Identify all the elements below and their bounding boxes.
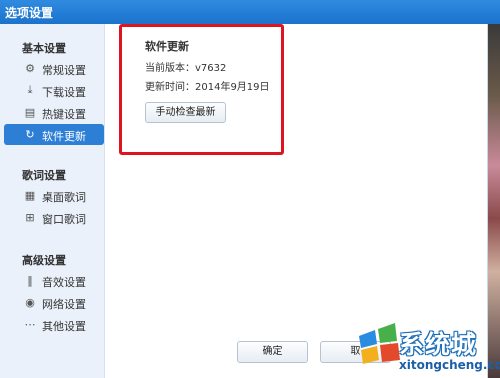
desktop-lyrics-icon: ▦ [24,188,36,202]
equalizer-icon: ‖ [27,273,33,287]
title-bar: 选项设置 [0,0,500,24]
section-title: 软件更新 [145,40,189,53]
update-icon: ↻ [25,127,35,141]
update-time-label: 更新时间： [145,82,195,93]
update-time-row: 更新时间：2014年9月19日 [145,78,270,93]
sidebar-group-basic: 基本设置 [22,42,66,55]
sidebar-item-audio[interactable]: ‖ 音效设置 [4,270,104,291]
window-title: 选项设置 [5,6,54,20]
sidebar-item-label: 网络设置 [42,298,86,311]
check-update-button[interactable]: 手动检查最新 [145,102,226,123]
sidebar-item-label: 常规设置 [42,64,86,77]
current-version-row: 当前版本：v7632 [145,59,226,74]
sidebar-group-lyrics: 歌词设置 [22,169,66,182]
sidebar-item-label: 软件更新 [42,130,86,143]
watermark-url: xitongcheng.com [399,358,500,372]
window-lyrics-icon: ⊞ [25,210,35,224]
sidebar-item-label: 桌面歌词 [42,191,86,204]
download-icon: ⤓ [27,83,33,96]
sidebar-item-download[interactable]: ⤓ 下载设置 [4,80,104,101]
keyboard-icon: ▤ [24,105,36,119]
sidebar-group-advanced: 高级设置 [22,254,66,267]
current-version-value: v7632 [195,63,227,74]
sidebar-item-general[interactable]: ⚙ 常规设置 [4,58,104,79]
sidebar-item-desktop-lyrics[interactable]: ▦ 桌面歌词 [4,185,104,206]
ok-button[interactable]: 确定 [237,341,308,363]
sidebar-item-label: 音效设置 [42,276,86,289]
sidebar-item-label: 其他设置 [42,320,86,333]
sidebar-item-label: 下载设置 [42,86,86,99]
watermark: 系统城 xitongcheng.com [355,322,500,378]
sidebar-item-label: 热键设置 [42,108,86,121]
current-version-label: 当前版本： [145,63,195,74]
sidebar-item-label: 窗口歌词 [42,213,86,226]
sidebar-item-update[interactable]: ↻ 软件更新 [4,124,104,145]
sidebar-item-network[interactable]: ◉ 网络设置 [4,292,104,313]
sidebar-item-window-lyrics[interactable]: ⊞ 窗口歌词 [4,207,104,228]
sidebar-item-hotkey[interactable]: ▤ 热键设置 [4,102,104,123]
windows-logo-icon [359,323,400,364]
gear-icon: ⚙ [25,61,35,75]
sidebar-item-other[interactable]: ⋯ 其他设置 [4,314,104,335]
network-icon: ◉ [25,295,35,309]
watermark-brand: 系统城 [399,330,478,359]
settings-sidebar: 基本设置 ⚙ 常规设置 ⤓ 下载设置 ▤ 热键设置 ↻ 软件更新 歌词设置 ▦ … [0,24,105,378]
more-icon: ⋯ [24,317,36,331]
update-time-value: 2014年9月19日 [195,82,270,93]
